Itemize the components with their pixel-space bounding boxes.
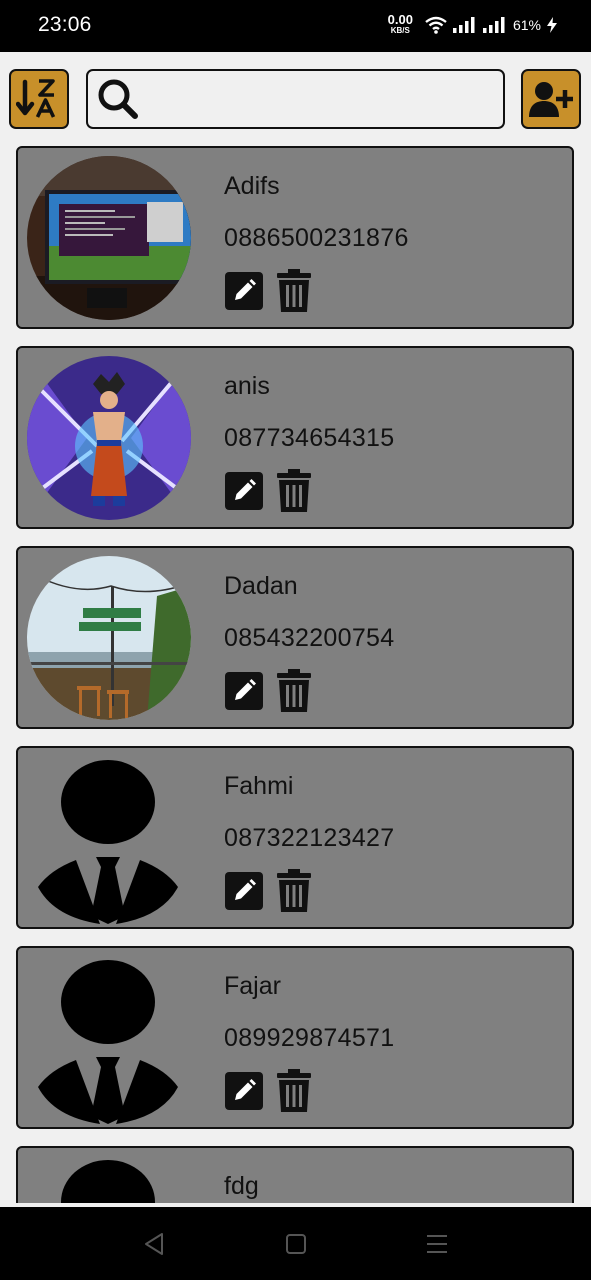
edit-icon[interactable] [225, 672, 263, 710]
search-bar[interactable] [86, 69, 505, 129]
menu-icon[interactable] [424, 1231, 450, 1257]
search-icon [96, 77, 140, 121]
edit-icon[interactable] [225, 272, 263, 310]
edit-icon[interactable] [225, 472, 263, 510]
contact-avatar-photo [27, 556, 191, 720]
contact-phone: 0886500231876 [224, 224, 409, 252]
sort-button[interactable] [9, 69, 69, 129]
battery-level: 61% [512, 16, 541, 33]
contact-name: fdg [224, 1172, 259, 1200]
contact-card[interactable]: Dadan 085432200754 [16, 546, 574, 729]
contact-avatar-photo [27, 356, 191, 520]
contact-phone: 087734654315 [224, 424, 395, 452]
wifi-icon [425, 16, 447, 34]
contact-name: Fahmi [224, 772, 294, 800]
trash-icon[interactable] [276, 669, 312, 712]
trash-icon[interactable] [276, 1069, 312, 1112]
top-toolbar [0, 52, 591, 146]
contact-avatar-photo [27, 156, 191, 320]
contact-card[interactable]: Fahmi 087322123427 [16, 746, 574, 929]
contact-card[interactable]: Adifs 0886500231876 [16, 146, 574, 329]
default-person-icon [38, 760, 178, 924]
contact-name: Fajar [224, 972, 281, 1000]
signal-icon [452, 16, 475, 33]
trash-icon[interactable] [276, 869, 312, 912]
contact-list[interactable]: Adifs 0886500231876 anis 087734654315 Da… [0, 146, 591, 1203]
edit-icon[interactable] [225, 1072, 263, 1110]
search-input[interactable] [140, 78, 503, 120]
status-bar: 23:06 0.00 KB/S 61% [0, 0, 591, 52]
user-plus-icon [529, 82, 573, 117]
contact-phone: 087322123427 [224, 824, 395, 852]
status-indicators: 0.00 KB/S 61% [387, 12, 557, 35]
network-speed-unit: KB/S [390, 26, 410, 35]
edit-icon[interactable] [225, 872, 263, 910]
contact-name: Adifs [224, 172, 280, 200]
add-contact-button[interactable] [521, 69, 581, 129]
sort-alpha-down-alt-icon [16, 79, 56, 118]
default-person-icon [38, 960, 178, 1124]
network-speed: 0.00 KB/S [387, 12, 413, 35]
network-speed-value: 0.00 [387, 12, 413, 27]
trash-icon[interactable] [276, 269, 312, 312]
system-nav-bar [0, 1207, 591, 1280]
contact-name: anis [224, 372, 270, 400]
default-person-icon [61, 1160, 155, 1203]
signal-icon-2 [482, 16, 505, 33]
contact-phone: 089929874571 [224, 1024, 395, 1052]
contact-card[interactable]: anis 087734654315 [16, 346, 574, 529]
contact-card[interactable]: Fajar 089929874571 [16, 946, 574, 1129]
contact-name: Dadan [224, 572, 298, 600]
status-time: 23:06 [38, 13, 92, 36]
home-icon[interactable] [283, 1231, 309, 1257]
back-icon[interactable] [142, 1231, 168, 1257]
trash-icon[interactable] [276, 469, 312, 512]
charging-icon [547, 16, 557, 33]
contact-card[interactable]: fdg [16, 1146, 574, 1203]
contact-phone: 085432200754 [224, 624, 395, 652]
